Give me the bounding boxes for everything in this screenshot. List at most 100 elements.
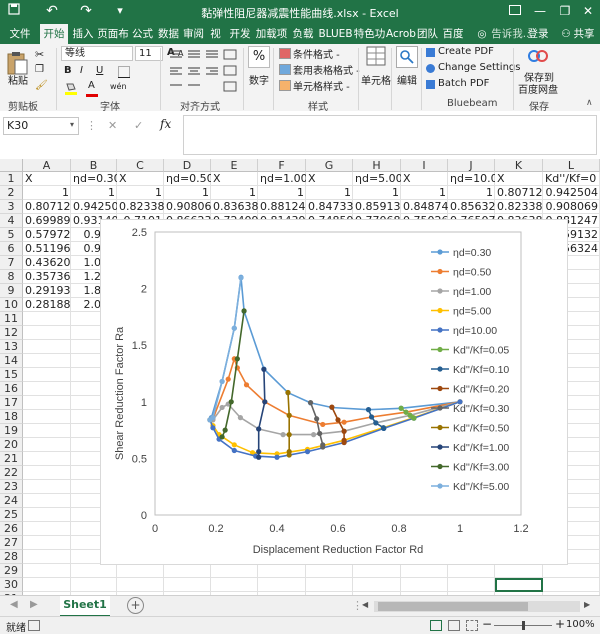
cell-A2[interactable]: 1 <box>23 186 71 200</box>
font-color-button[interactable]: A <box>88 80 95 91</box>
row-header-9[interactable]: 9 <box>0 284 23 298</box>
editing-button[interactable]: 编辑 <box>397 72 417 87</box>
row-header-17[interactable]: 17 <box>0 396 23 410</box>
tab-14[interactable]: 团队 <box>416 24 439 44</box>
row-header-4[interactable]: 4 <box>0 214 23 228</box>
cell-B1[interactable]: ηd=0.30 <box>71 172 117 186</box>
cell-A7[interactable]: 0.436209 <box>23 256 71 270</box>
row-header-20[interactable]: 20 <box>0 438 23 452</box>
insert-function-button[interactable]: fx <box>160 117 171 131</box>
font-name-select[interactable]: 等线 <box>61 46 133 61</box>
italic-button[interactable]: I <box>80 65 83 76</box>
row-header-19[interactable]: 19 <box>0 424 23 438</box>
cell-I1[interactable]: X <box>401 172 448 186</box>
cell-A1[interactable]: X <box>23 172 71 186</box>
bold-button[interactable]: B <box>64 65 72 76</box>
hscroll-right-icon[interactable]: ▶ <box>584 600 590 609</box>
row-header-16[interactable]: 16 <box>0 382 23 396</box>
cell-C1[interactable]: X <box>117 172 164 186</box>
format-painter-icon[interactable]: 🖌 <box>35 80 48 91</box>
cell-L2[interactable]: 0.942504 <box>543 186 600 200</box>
baidu-netdisk-icon[interactable] <box>527 46 549 69</box>
row-header-30[interactable]: 30 <box>0 578 23 592</box>
row-header-6[interactable]: 6 <box>0 242 23 256</box>
cell-J1[interactable]: ηd=10.00 <box>448 172 495 186</box>
page-layout-view-icon[interactable] <box>448 620 460 631</box>
tab-13[interactable]: Acrob <box>386 24 416 44</box>
column-header-K[interactable]: K <box>495 159 543 172</box>
macro-record-icon[interactable] <box>28 620 40 631</box>
cell-K1[interactable]: X <box>495 172 543 186</box>
number-format-button[interactable]: 数字 <box>249 72 269 87</box>
column-header-F[interactable]: F <box>258 159 306 172</box>
tab-15[interactable]: 百度网 <box>439 24 467 60</box>
row-header-25[interactable]: 25 <box>0 508 23 522</box>
column-header-I[interactable]: I <box>401 159 448 172</box>
cell-A4[interactable]: 0.699896 <box>23 214 71 228</box>
row-header-21[interactable]: 21 <box>0 452 23 466</box>
cells-button[interactable]: 单元格 <box>361 72 391 87</box>
active-cell-K30[interactable] <box>495 578 543 592</box>
find-icon[interactable] <box>396 46 418 68</box>
zoom-slider-thumb[interactable] <box>522 621 525 630</box>
cell-C2[interactable]: 1 <box>117 186 164 200</box>
tab-7[interactable]: 视图 <box>206 24 225 60</box>
cell-H2[interactable]: 1 <box>353 186 401 200</box>
scroll-sheets-left-icon[interactable]: ◀ <box>10 599 18 610</box>
collapse-ribbon-icon[interactable]: ∧ <box>586 98 593 108</box>
cell-E2[interactable]: 1 <box>211 186 258 200</box>
tab-0[interactable]: 文件 <box>4 24 36 44</box>
row-header-12[interactable]: 12 <box>0 326 23 340</box>
column-header-D[interactable]: D <box>164 159 211 172</box>
create-pdf-button[interactable]: Create PDF <box>438 46 494 57</box>
save-to-baidu-line2[interactable]: 百度网盘 <box>518 81 558 96</box>
cell-L3[interactable]: 0.908069 <box>543 200 600 214</box>
new-sheet-button[interactable]: + <box>127 597 144 614</box>
row-header-13[interactable]: 13 <box>0 340 23 354</box>
cell-G3[interactable]: 0.847337 <box>306 200 353 214</box>
row-header-2[interactable]: 2 <box>0 186 23 200</box>
cell-F2[interactable]: 1 <box>258 186 306 200</box>
column-header-H[interactable]: H <box>353 159 401 172</box>
change-settings-button[interactable]: Change Settings <box>438 62 520 73</box>
cell-A6[interactable]: 0.511962 <box>23 242 71 256</box>
cell-G1[interactable]: X <box>306 172 353 186</box>
enter-entry-button[interactable]: ✓ <box>134 119 143 132</box>
row-header-22[interactable]: 22 <box>0 466 23 480</box>
tab-10[interactable]: 负载测 <box>288 24 318 60</box>
zoom-level[interactable]: 100% <box>566 619 595 630</box>
cell-A5[interactable]: 0.579725 <box>23 228 71 242</box>
zoom-in-button[interactable]: + <box>555 617 565 631</box>
row-header-26[interactable]: 26 <box>0 522 23 536</box>
row-header-24[interactable]: 24 <box>0 494 23 508</box>
cell-J2[interactable]: 1 <box>448 186 495 200</box>
share-button[interactable]: 共享 <box>570 24 598 44</box>
cell-B3[interactable]: 0.942504 <box>71 200 117 214</box>
tab-12[interactable]: 特色功 <box>353 24 386 44</box>
row-header-8[interactable]: 8 <box>0 270 23 284</box>
cell-D3[interactable]: 0.908069 <box>164 200 211 214</box>
align-top-icon[interactable] <box>168 48 240 99</box>
tab-4[interactable]: 公式 <box>129 24 156 44</box>
column-header-B[interactable]: B <box>71 159 117 172</box>
zoom-out-button[interactable]: − <box>482 617 492 631</box>
cell-A10[interactable]: 0.281887 <box>23 298 71 312</box>
cell-F1[interactable]: ηd=1.00 <box>258 172 306 186</box>
cell-C3[interactable]: 0.82338 <box>117 200 164 214</box>
cell-J3[interactable]: 0.856324 <box>448 200 495 214</box>
tab-11[interactable]: BLUEB <box>318 24 353 44</box>
tab-6[interactable]: 审阅 <box>181 24 206 44</box>
cell-L1[interactable]: Kd''/Kf=0 <box>543 172 600 186</box>
page-break-view-icon[interactable] <box>466 620 478 631</box>
underline-button[interactable]: U <box>96 65 103 76</box>
cell-E1[interactable]: X <box>211 172 258 186</box>
tab-8[interactable]: 开发工 <box>225 24 255 60</box>
row-header-14[interactable]: 14 <box>0 354 23 368</box>
cell-K3[interactable]: 0.82338 <box>495 200 543 214</box>
tab-2[interactable]: 插入 <box>69 24 97 44</box>
hscroll-left-icon[interactable]: ◀ <box>362 600 368 609</box>
cell-A3[interactable]: 0.807126 <box>23 200 71 214</box>
conditional-format-button[interactable]: 条件格式 - <box>293 46 340 61</box>
cell-styles-button[interactable]: 单元格样式 - <box>293 78 350 93</box>
row-header-28[interactable]: 28 <box>0 550 23 564</box>
